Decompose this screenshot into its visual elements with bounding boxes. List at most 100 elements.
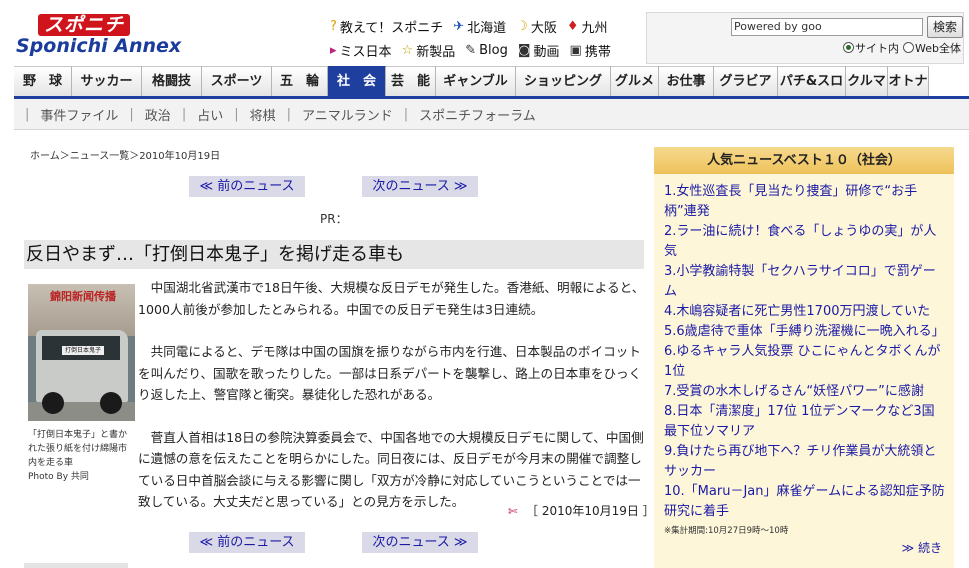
- article-headline: 反日やまず…「打倒日本鬼子」を掲げ走る車も: [24, 240, 644, 269]
- scope-site-label: サイト内: [855, 42, 899, 55]
- nav-tab-11[interactable]: グラビア: [714, 66, 778, 96]
- subnav-separator: |: [286, 106, 292, 122]
- ranking-item[interactable]: 7.受賞の水木しげるさん“妖怪パワー”に感謝: [664, 382, 946, 402]
- article-body: 中国湖北省武漢市で18日午後、大規模な反日デモが発生した。香港紙、明報によると、…: [138, 277, 646, 534]
- moon-icon: ☽: [516, 18, 528, 34]
- search-box: Powered by goo 検索 サイト内 Web全体: [646, 12, 964, 64]
- header-row2-link-0[interactable]: ▸ ミス日本: [330, 38, 392, 62]
- header-row2-link-label: 動画: [533, 44, 560, 60]
- header-row2-link-4[interactable]: ▣ 携帯: [570, 38, 611, 62]
- header-row1-link-2[interactable]: ☽ 大阪: [516, 14, 557, 38]
- article-photo[interactable]: 錦阳新闻传播 打倒日本鬼子: [28, 284, 135, 421]
- radio-unchecked-icon[interactable]: [903, 42, 914, 53]
- article-paragraph: 菅直人首相は18日の参院決算委員会で、中国各地での大規模反日デモに関して、中国側…: [138, 429, 644, 510]
- ranking-item[interactable]: 3.小学教諭特製「セクハラサイコロ」で罰ゲーム: [664, 262, 946, 302]
- photo-wheel: [42, 392, 64, 414]
- header-row1-link-label: 大阪: [530, 20, 557, 36]
- question-icon: ?: [330, 18, 337, 34]
- ranking-item[interactable]: 6.ゆるキャラ人気投票 ひこにゃんとタボくんが1位: [664, 342, 946, 382]
- prev-news-button-top[interactable]: ≪ 前のニュース: [189, 176, 305, 197]
- header-row1-link-label: 九州: [581, 20, 608, 36]
- header-row2-link-label: ミス日本: [339, 44, 392, 60]
- photo-wheel: [100, 392, 122, 414]
- search-input[interactable]: Powered by goo: [731, 18, 923, 36]
- sub-nav: | 事件ファイル | 政治 | 占い | 将棋 | アニマルランド | スポニチフォーラム: [14, 99, 969, 130]
- subnav-separator: |: [25, 106, 30, 122]
- star-icon: ☆: [401, 42, 414, 58]
- subnav-item-0[interactable]: 事件ファイル: [40, 105, 118, 124]
- nav-tab-4[interactable]: 五 輪: [272, 66, 328, 96]
- scope-web-label: Web全体: [915, 42, 961, 55]
- nav-tab-10[interactable]: お仕事: [659, 66, 714, 96]
- next-news-button-top[interactable]: 次のニュース ≫: [362, 176, 478, 197]
- nav-tab-14[interactable]: オトナ: [888, 66, 929, 96]
- article-paragraph: 中国湖北省武漢市で18日午後、大規模な反日デモが発生した。香港紙、明報によると、…: [138, 280, 645, 317]
- ranking-item[interactable]: 2.ラー油に続け！食べる「しょうゆの実」が人気: [664, 222, 946, 262]
- nav-tab-6[interactable]: 芸 能: [386, 66, 436, 96]
- ranking-sidebar: 人気ニュースベスト１０（社会） 1.女性巡査長「見当たり捜査」研修で“お手柄”連…: [654, 147, 954, 568]
- nav-tab-13[interactable]: クルマ: [846, 66, 888, 96]
- subnav-item-4[interactable]: アニマルランド: [302, 105, 393, 124]
- subnav-separator: |: [181, 106, 187, 122]
- article-paragraph: 共同電によると、デモ隊は中国の国旗を振りながら市内を行進、日本製品のボイコットを…: [138, 344, 642, 402]
- site-logo[interactable]: スポニチ Sponichi Annex: [16, 14, 200, 58]
- ranking-item[interactable]: 9.負けたら再び地下へ？チリ作業員が大統領とサッカー: [664, 442, 946, 482]
- photo-building-sign: 錦阳新闻传播: [50, 290, 116, 303]
- photo-sign: 打倒日本鬼子: [62, 346, 104, 355]
- main-nav: 野 球サッカー 格闘技 スポーツ五 輪社 会芸 能ギャンブル ショッピング グルメ お仕事…: [14, 66, 969, 96]
- header-links: ? 教えて！スポニチ ✈ 北海道 ☽ 大阪 ♦ 九州 ▸ ミス日本 ☆ 新製品 ✎ Blog ◙ 動画 ▣ 携帯: [330, 14, 640, 62]
- header-row1-link-3[interactable]: ♦ 九州: [567, 14, 608, 38]
- subnav-item-3[interactable]: 将棋: [250, 105, 276, 124]
- subnav-separator: |: [129, 106, 134, 122]
- article-date: ✄ ［ 2010年10月19日 ］: [508, 502, 655, 519]
- nav-tab-0[interactable]: 野 球: [14, 66, 72, 96]
- subnav-item-1[interactable]: 政治: [145, 105, 171, 124]
- ranking-item[interactable]: 1.女性巡査長「見当たり捜査」研修で“お手柄”連発: [664, 182, 946, 222]
- nav-tab-12[interactable]: パチ&スロ: [778, 66, 846, 96]
- bottom-bar: [24, 563, 128, 568]
- nav-tab-8[interactable]: ショッピング: [516, 66, 611, 96]
- header-row1-link-1[interactable]: ✈ 北海道: [453, 14, 506, 38]
- header-row2-link-2[interactable]: ✎ Blog: [465, 38, 508, 62]
- header-row1-link-0[interactable]: ? 教えて！スポニチ: [330, 14, 443, 38]
- nav-tab-3[interactable]: スポーツ: [202, 66, 272, 96]
- ranking-title: 人気ニュースベスト１０（社会）: [654, 147, 954, 174]
- ranking-item[interactable]: 5.6歳虐待で重体「手縛り洗濯機に一晩入れる」: [664, 322, 946, 342]
- ranking-item[interactable]: 8.日本「清潔度」17位 1位デンマークなど3国最下位ソマリア: [664, 402, 946, 442]
- hokkaido-icon: ✈: [453, 18, 465, 34]
- search-button[interactable]: 検索: [927, 16, 963, 38]
- ranking-item[interactable]: 4.木嶋容疑者に死亡男性1700万円渡していた: [664, 302, 946, 322]
- clip-icon[interactable]: ✄: [508, 505, 522, 518]
- logo-top-text: スポニチ: [38, 14, 131, 36]
- scope-web-option[interactable]: Web全体: [903, 40, 961, 56]
- header-row2-link-1[interactable]: ☆ 新製品: [402, 38, 456, 62]
- radio-checked-icon[interactable]: [843, 42, 854, 53]
- triangle-icon: ▸: [330, 42, 337, 58]
- nav-tab-1[interactable]: サッカー: [72, 66, 142, 96]
- header-row2-link-3[interactable]: ◙ 動画: [518, 38, 560, 62]
- nav-tab-2[interactable]: 格闘技: [142, 66, 202, 96]
- photo-caption: 「打倒日本鬼子」と書かれた張り紙を付け綿陽市内を走る車 Photo By 共同: [28, 428, 135, 484]
- kyushu-icon: ♦: [566, 18, 579, 34]
- header-row1-link-label: 北海道: [467, 20, 507, 36]
- header-row2-link-label: 携帯: [584, 44, 611, 60]
- camera-icon: ◙: [517, 42, 531, 58]
- breadcrumb[interactable]: ホーム＞ニュース一覧＞2010年10月19日: [30, 147, 220, 162]
- logo-bottom-text: Sponichi Annex: [16, 35, 182, 57]
- prev-news-button-bottom[interactable]: ≪ 前のニュース: [189, 532, 305, 553]
- scope-site-option[interactable]: サイト内: [843, 40, 899, 56]
- photo-caption-text: 「打倒日本鬼子」と書かれた張り紙を付け綿陽市内を走る車: [28, 430, 128, 468]
- ranking-item[interactable]: 10.「Maru－Jan」麻雀ゲームによる認知症予防研究に着手: [664, 482, 946, 522]
- next-news-button-bottom[interactable]: 次のニュース ≫: [362, 532, 478, 553]
- header-links-row2: ▸ ミス日本 ☆ 新製品 ✎ Blog ◙ 動画 ▣ 携帯: [330, 38, 640, 62]
- nav-tab-5[interactable]: 社 会: [328, 66, 386, 96]
- nav-tab-7[interactable]: ギャンブル: [436, 66, 516, 96]
- pr-label: PR：: [320, 212, 348, 226]
- header-row1-link-label: 教えて！スポニチ: [339, 20, 444, 36]
- subnav-item-5[interactable]: スポニチフォーラム: [419, 105, 536, 124]
- header-row2-link-label: Blog: [479, 42, 508, 58]
- subnav-item-2[interactable]: 占い: [197, 105, 223, 124]
- header-row2-link-label: 新製品: [416, 44, 456, 60]
- ranking-more-link[interactable]: ≫ 続き: [902, 539, 942, 556]
- nav-tab-9[interactable]: グルメ: [611, 66, 659, 96]
